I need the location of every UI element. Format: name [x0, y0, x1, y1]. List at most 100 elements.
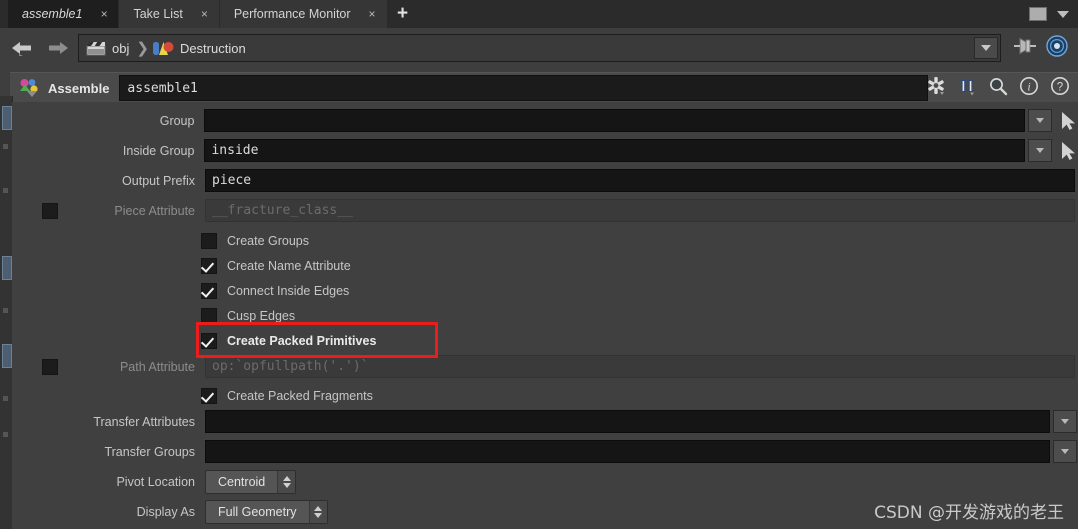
target-icon[interactable]: [1046, 34, 1068, 62]
shelf-dot: [3, 144, 8, 149]
checkbox-row-connect-inside-edges[interactable]: Connect Inside Edges: [12, 278, 1078, 303]
svg-text:?: ?: [1057, 81, 1063, 93]
param-row-transfer-attributes: Transfer Attributes: [12, 409, 1078, 434]
houdini-h-icon[interactable]: H: [957, 76, 977, 101]
transfer-groups-input[interactable]: [205, 440, 1050, 463]
path-dropdown-button[interactable]: [974, 37, 998, 59]
tab-performance-monitor[interactable]: Performance Monitor ×: [219, 0, 388, 28]
gear-icon[interactable]: [926, 76, 946, 101]
checkbox-row-create-groups[interactable]: Create Groups: [12, 228, 1078, 253]
tab-bar-left-gap: [0, 0, 8, 28]
obj-network-icon: [86, 41, 106, 56]
transfer-groups-dropdown-button[interactable]: [1053, 440, 1077, 463]
breadcrumb-obj[interactable]: obj: [79, 35, 129, 61]
node-name-input[interactable]: assemble1: [119, 75, 928, 101]
checkbox-row-create-packed-fragments[interactable]: Create Packed Fragments: [12, 383, 1078, 408]
spin-up-icon: [314, 505, 322, 511]
spinner-arrows-icon[interactable]: [277, 470, 296, 493]
tab-bar-spacer: [417, 0, 1029, 28]
param-label: Transfer Attributes: [93, 414, 195, 429]
info-icon[interactable]: i: [1019, 76, 1039, 101]
inside-group-dropdown-button[interactable]: [1028, 139, 1053, 162]
output-prefix-input[interactable]: piece: [205, 169, 1075, 192]
breadcrumb-destruction[interactable]: Destruction: [152, 35, 246, 61]
chevron-down-icon: [981, 45, 991, 51]
tab-label: assemble1: [22, 7, 83, 21]
transfer-attributes-input[interactable]: [205, 410, 1050, 433]
param-label: Display As: [136, 504, 195, 519]
tab-close-icon[interactable]: ×: [367, 8, 378, 20]
param-row-inside-group: Inside Group inside: [12, 138, 1078, 163]
shelf-marker[interactable]: [2, 106, 12, 130]
tab-close-icon[interactable]: ×: [98, 8, 109, 20]
checkbox-row-cusp-edges[interactable]: Cusp Edges: [12, 303, 1078, 328]
shelf-dot: [3, 432, 8, 437]
node-type-label: Assemble: [48, 80, 110, 96]
tab-assemble1[interactable]: assemble1 ×: [8, 0, 120, 28]
shelf-dot: [3, 396, 8, 401]
cusp-edges-checkbox[interactable]: [201, 307, 217, 324]
node-header-icons: H i ?: [926, 73, 1070, 103]
breadcrumb-separator: ❯: [136, 40, 149, 57]
shelf-dot: [3, 308, 8, 313]
transfer-attributes-dropdown-button[interactable]: [1053, 410, 1077, 433]
combo-value: Centroid: [218, 474, 266, 489]
piece-attribute-input[interactable]: __fracture_class__: [205, 199, 1075, 222]
param-row-output-prefix: Output Prefix piece: [12, 168, 1078, 193]
param-label: Path Attribute: [119, 359, 195, 374]
checkbox-row-create-name-attribute[interactable]: Create Name Attribute: [12, 253, 1078, 278]
connect-inside-edges-checkbox[interactable]: [201, 282, 217, 299]
svg-text:i: i: [1027, 79, 1030, 93]
forward-arrow-icon[interactable]: [44, 37, 72, 59]
geometry-node-icon: [152, 40, 174, 57]
path-attribute-toggle[interactable]: [42, 358, 58, 375]
path-attribute-input[interactable]: op:`opfullpath('.')`: [205, 355, 1075, 378]
chevron-down-icon: [1061, 449, 1069, 454]
spinner-arrows-icon[interactable]: [308, 500, 327, 523]
new-tab-button[interactable]: +: [387, 0, 418, 28]
restore-window-icon[interactable]: [1029, 7, 1047, 21]
param-label: Transfer Groups: [104, 444, 195, 459]
group-picker-icon[interactable]: [1060, 111, 1078, 131]
shelf-marker[interactable]: [2, 344, 12, 368]
pin-icon[interactable]: [1013, 37, 1037, 60]
chevron-down-icon[interactable]: [1057, 10, 1069, 18]
breadcrumb-label: Destruction: [179, 40, 246, 56]
param-row-path-attribute: Path Attribute op:`opfullpath('.')`: [12, 354, 1078, 379]
param-label: Group: [159, 113, 195, 128]
window-controls: [1029, 0, 1078, 28]
spin-up-icon: [282, 475, 291, 481]
param-label: Pivot Location: [116, 474, 195, 489]
pivot-location-combo[interactable]: Centroid: [205, 469, 297, 494]
node-path-field[interactable]: obj ❯ Destruction: [78, 34, 1001, 62]
help-icon[interactable]: ?: [1050, 76, 1070, 101]
checkbox-label: Create Name Attribute: [227, 258, 351, 273]
param-row-group: Group: [12, 108, 1078, 133]
tab-label: Performance Monitor: [233, 7, 351, 21]
spin-down-icon: [314, 512, 322, 518]
back-arrow-icon[interactable]: [8, 37, 36, 59]
checkbox-label: Connect Inside Edges: [227, 283, 350, 298]
watermark-text: CSDN @开发游戏的老王: [874, 503, 1064, 523]
checkbox-row-create-packed-primitives[interactable]: Create Packed Primitives: [12, 328, 1078, 353]
create-groups-checkbox[interactable]: [201, 232, 217, 249]
create-name-attribute-checkbox[interactable]: [201, 257, 217, 274]
tab-take-list[interactable]: Take List ×: [119, 0, 220, 28]
param-row-transfer-groups: Transfer Groups: [12, 439, 1078, 464]
create-packed-primitives-checkbox[interactable]: [201, 332, 217, 349]
param-row-piece-attribute: Piece Attribute __fracture_class__: [12, 198, 1078, 223]
piece-attribute-toggle[interactable]: [42, 202, 58, 219]
display-as-combo[interactable]: Full Geometry: [205, 499, 328, 524]
search-icon[interactable]: [988, 76, 1008, 101]
tab-label: Take List: [133, 7, 183, 21]
path-bar-icons: [1001, 34, 1078, 62]
shelf-marker[interactable]: [2, 256, 12, 280]
inside-group-picker-icon[interactable]: [1060, 141, 1078, 161]
group-dropdown-button[interactable]: [1028, 109, 1053, 132]
houdini-parameter-window: assemble1 × Take List × Performance Moni…: [0, 0, 1078, 529]
chevron-down-icon: [1036, 118, 1045, 123]
tab-close-icon[interactable]: ×: [199, 8, 210, 20]
group-input[interactable]: [204, 109, 1026, 132]
create-packed-fragments-checkbox[interactable]: [201, 387, 217, 404]
inside-group-input[interactable]: inside: [204, 139, 1026, 162]
